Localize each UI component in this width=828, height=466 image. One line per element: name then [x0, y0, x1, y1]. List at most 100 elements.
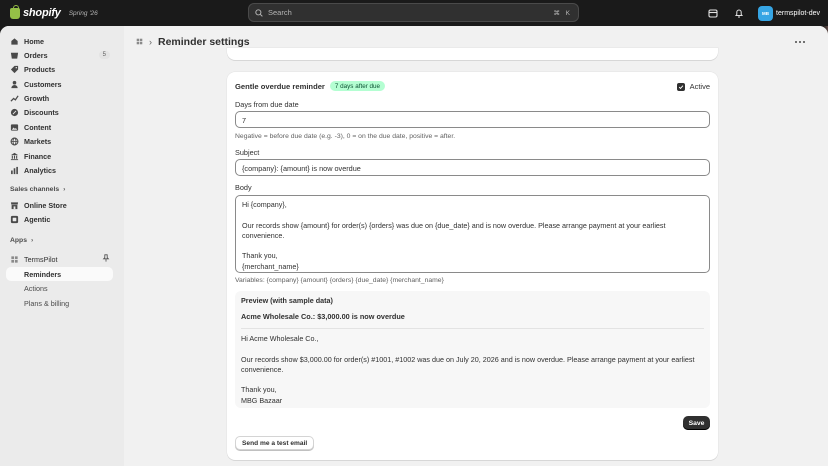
sidebar-item-label: Plans & billing [24, 298, 70, 308]
sidebar-item-agentic[interactable]: Agentic [6, 212, 113, 226]
body-line [242, 241, 703, 251]
analytics-icon [10, 166, 19, 175]
preview-line: Hi Acme Wholesale Co., [241, 334, 319, 343]
store-account-button[interactable]: MB termspilot-dev [758, 5, 820, 21]
preview-body: Hi Acme Wholesale Co., Our records show … [241, 334, 704, 406]
home-icon [10, 37, 19, 46]
avatar: MB [758, 5, 774, 21]
shopify-bag-icon [10, 4, 20, 19]
sidebar-item-label: Orders [24, 50, 48, 60]
bell-icon[interactable] [732, 6, 746, 20]
preview-line: convenience. [241, 364, 284, 374]
sidebar-item-label: Growth [24, 93, 50, 103]
body-label: Body [235, 183, 252, 192]
sidebar-item-termspilot[interactable]: TermsPilot [6, 252, 113, 266]
top-bar: shopify Spring '26 Search ⌘ K MB termspi… [0, 0, 828, 26]
sidebar-item-label: Finance [24, 151, 52, 161]
sidebar-item-label: Reminders [24, 269, 62, 279]
sidebar-item-plans-billing[interactable]: Plans & billing [6, 296, 113, 310]
email-preview: Preview (with sample data) Acme Wholesal… [235, 291, 710, 408]
preview-title: Preview (with sample data) [241, 296, 333, 305]
send-test-email-button[interactable]: Send me a test email [235, 436, 315, 450]
products-icon [10, 65, 19, 74]
chevron-right-icon: › [31, 237, 34, 244]
page-title: Reminder settings [158, 36, 250, 48]
active-label: Active [689, 82, 710, 91]
sidebar-item-label: Discounts [24, 107, 59, 117]
orders-icon [10, 51, 19, 60]
main-content: › Reminder settings Gentle overdue remin… [124, 26, 828, 466]
sidebar-item-label: Content [24, 122, 52, 132]
reminder-card: Gentle overdue reminder 7 days after due… [227, 72, 718, 460]
pin-icon[interactable] [102, 254, 110, 264]
search-input[interactable]: Search ⌘ K [248, 3, 579, 22]
sidebar-item-products[interactable]: Products [6, 62, 113, 76]
more-actions-icon[interactable] [794, 38, 806, 46]
body-line: Hi {company}, [242, 200, 287, 209]
admin-frame: Home Orders 5 Products Customers Growth … [0, 26, 828, 466]
sidebar-item-markets[interactable]: Markets [6, 134, 113, 148]
subject-label: Subject [235, 148, 260, 157]
store-name: termspilot-dev [776, 9, 820, 17]
active-toggle[interactable]: Active [676, 82, 710, 91]
page-header: › Reminder settings [136, 36, 250, 48]
sidebar-item-finance[interactable]: Finance [6, 149, 113, 163]
sidebar-item-analytics[interactable]: Analytics [6, 163, 113, 177]
sidebar-item-label: Home [24, 36, 44, 46]
sidebar-item-customers[interactable]: Customers [6, 77, 113, 91]
apps-header[interactable]: Apps › [10, 237, 33, 244]
online-store-icon [10, 201, 19, 210]
days-input[interactable]: 7 [235, 111, 710, 128]
store-switch-icon[interactable] [706, 6, 720, 20]
preview-line [241, 375, 704, 385]
sidebar-item-label: Markets [24, 136, 52, 146]
sidebar-item-content[interactable]: Content [6, 120, 113, 134]
preview-line [241, 344, 704, 354]
sidebar-item-home[interactable]: Home [6, 34, 113, 48]
chevron-right-icon: › [149, 37, 152, 47]
app-grid-icon[interactable] [136, 38, 143, 47]
section-label: Sales channels [10, 186, 60, 193]
reminder-header: Gentle overdue reminder 7 days after due [235, 81, 386, 91]
sidebar-item-label: Customers [24, 79, 62, 89]
section-label: Apps [10, 237, 27, 244]
finance-icon [10, 152, 19, 161]
sidebar: Home Orders 5 Products Customers Growth … [0, 26, 124, 466]
sidebar-item-reminders[interactable]: Reminders [6, 267, 113, 281]
sidebar-item-label: Actions [24, 283, 48, 293]
preview-line: Thank you, [241, 385, 277, 395]
active-checkbox[interactable] [676, 82, 685, 91]
sidebar-item-online-store[interactable]: Online Store [6, 198, 113, 212]
sidebar-item-label: Agentic [24, 214, 51, 224]
reminder-title: Gentle overdue reminder [235, 81, 325, 91]
app-grid-icon [10, 255, 19, 264]
body-line: convenience. [242, 230, 285, 240]
markets-icon [10, 137, 19, 146]
sidebar-item-actions[interactable]: Actions [6, 281, 113, 295]
sales-channels-header[interactable]: Sales channels › [10, 186, 65, 193]
orders-count-badge: 5 [98, 51, 110, 59]
body-line: {merchant_name} [242, 261, 299, 271]
body-textarea[interactable]: Hi {company}, Our records show {amount} … [235, 195, 710, 273]
subject-input[interactable]: {company}: {amount} is now overdue [235, 159, 710, 176]
days-label: Days from due date [235, 100, 299, 109]
sidebar-item-orders[interactable]: Orders 5 [6, 48, 113, 62]
search-icon [255, 8, 263, 17]
sidebar-item-label: Products [24, 64, 56, 74]
sidebar-item-label: TermsPilot [24, 254, 58, 264]
content-icon [10, 123, 19, 132]
body-line: Our records show {amount} for order(s) {… [242, 220, 666, 230]
shopify-logo[interactable]: shopify Spring '26 [10, 4, 98, 19]
sidebar-item-discounts[interactable]: Discounts [6, 105, 113, 119]
previous-reminder-card [227, 48, 718, 60]
sidebar-item-label: Online Store [24, 200, 67, 210]
body-line [242, 210, 703, 220]
sidebar-item-growth[interactable]: Growth [6, 91, 113, 105]
preview-line: MBG Bazaar [241, 395, 283, 405]
save-button[interactable]: Save [683, 416, 710, 430]
search-placeholder: Search [268, 8, 292, 17]
sidebar-item-label: Analytics [24, 165, 56, 175]
customers-icon [10, 80, 19, 89]
body-line: Thank you, [242, 251, 278, 261]
brand-name: shopify [23, 7, 61, 19]
